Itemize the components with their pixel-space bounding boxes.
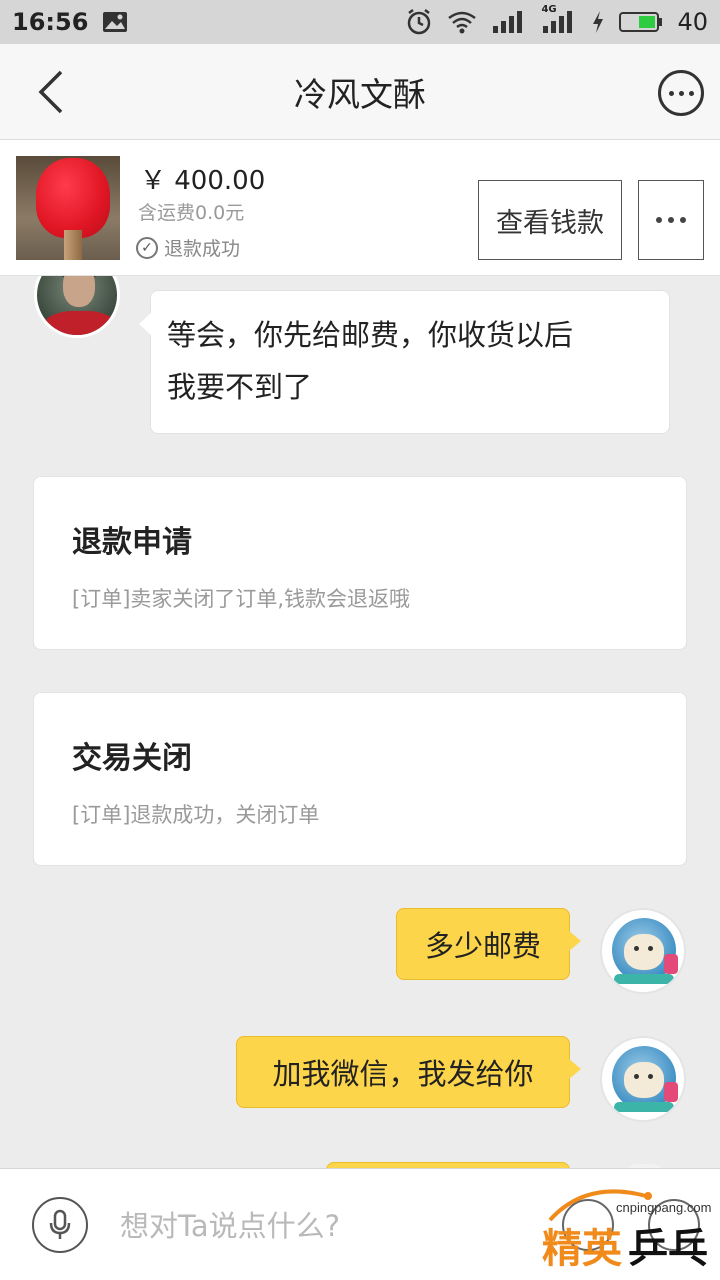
watermark-brand-part2: 乒乓网	[628, 1226, 708, 1272]
chat-header: 冷风文酥	[0, 44, 720, 140]
voice-button[interactable]	[32, 1197, 88, 1253]
avatar-cat-face	[624, 934, 664, 970]
avatar-cat-face	[624, 1062, 664, 1098]
status-time: 16:56	[12, 8, 89, 36]
battery-icon	[619, 10, 663, 34]
view-payment-button[interactable]: 查看钱款	[478, 180, 622, 260]
transaction-closed-card[interactable]: 交易关闭 [订单]退款成功，关闭订单	[33, 692, 687, 866]
back-button[interactable]	[26, 66, 76, 118]
paddle-handle	[64, 230, 82, 260]
message-line: 等会，你先给邮费，你收货以后	[167, 318, 574, 352]
dot-icon	[656, 217, 662, 223]
refund-status: ✓ 退款成功	[136, 234, 240, 261]
more-options-button[interactable]	[658, 70, 704, 116]
message-line: 我要不到了	[167, 370, 313, 404]
check-circle-icon: ✓	[136, 236, 158, 259]
shipping-info: 含运费0.0元	[138, 202, 245, 224]
self-avatar[interactable]	[600, 1036, 686, 1122]
product-price: ￥ 400.00	[140, 166, 266, 196]
product-thumbnail-overlay	[16, 156, 120, 260]
watermark-url: cnpingpang.com	[616, 1200, 712, 1215]
card-title: 退款申请	[72, 525, 192, 560]
microphone-icon	[49, 1209, 71, 1239]
signal-icon	[491, 10, 527, 34]
page-title: 冷风文酥	[294, 75, 426, 114]
avatar-base	[614, 974, 674, 984]
battery-level: 40	[677, 8, 708, 36]
network-type-label: 4G	[541, 4, 557, 15]
card-title: 交易关闭	[72, 741, 192, 776]
avatar-eye	[648, 946, 653, 951]
dot-icon	[680, 217, 686, 223]
signal-4g-icon: 4G	[541, 4, 577, 34]
avatar-base	[614, 1102, 674, 1112]
self-message-bubble[interactable]: 加我微信，我发给你	[236, 1036, 581, 1108]
paddle-blade	[36, 158, 110, 238]
avatar-scarf	[664, 954, 678, 974]
dot-icon	[688, 90, 694, 96]
avatar-scarf	[664, 1082, 678, 1102]
card-description: [订单]卖家关闭了订单,钱款会退返哦	[72, 587, 411, 611]
wifi-icon	[447, 10, 477, 34]
dot-icon	[668, 217, 674, 223]
avatar-eye	[634, 1074, 639, 1079]
chevron-left-icon	[38, 70, 63, 114]
refund-request-card[interactable]: 退款申请 [订单]卖家关闭了订单,钱款会退返哦	[33, 476, 687, 650]
message-input[interactable]	[120, 1201, 540, 1251]
watermark: cnpingpang.com 精英 乒乓网	[540, 1176, 716, 1276]
card-description: [订单]退款成功，关闭订单	[72, 803, 320, 827]
avatar-eye	[634, 946, 639, 951]
watermark-brand-part1: 精英	[542, 1226, 622, 1272]
status-bar: 16:56 4G 40	[0, 0, 720, 44]
partner-message-bubble[interactable]: 等会，你先给邮费，你收货以后 我要不到了	[139, 290, 670, 434]
avatar-shirt	[43, 311, 117, 335]
dot-icon	[668, 90, 674, 96]
product-divider	[0, 275, 130, 276]
self-message-bubble[interactable]: 多少邮费	[396, 908, 581, 980]
gallery-icon	[102, 11, 128, 33]
alarm-icon	[405, 8, 433, 36]
self-avatar[interactable]	[600, 908, 686, 994]
avatar-eye	[648, 1074, 653, 1079]
charging-icon	[591, 10, 605, 34]
dot-icon	[678, 90, 684, 96]
refund-status-text: 退款成功	[164, 238, 241, 260]
product-more-button[interactable]	[638, 180, 704, 260]
